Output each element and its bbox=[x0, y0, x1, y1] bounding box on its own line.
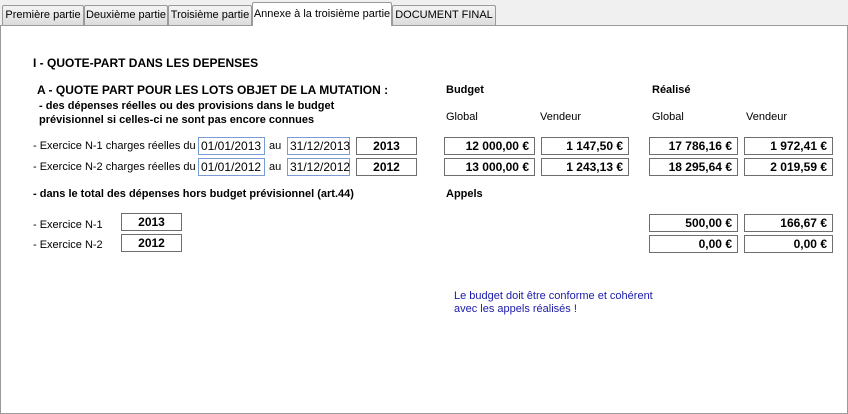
budget-note-line2: avec les appels réalisés ! bbox=[454, 303, 577, 315]
hors-budget-n2-global-field[interactable]: 0,00 € bbox=[649, 235, 738, 253]
exercice-n2-realise-vendeur-field[interactable]: 2 019,59 € bbox=[744, 158, 833, 176]
subsection-a-description-line1: - des dépenses réelles ou des provisions… bbox=[39, 100, 335, 112]
exercice-n2-year-field[interactable]: 2012 bbox=[356, 158, 417, 176]
exercice-n2-date-from-field[interactable]: 01/01/2012 bbox=[198, 158, 265, 176]
tab-bar: Première partie Deuxième partie Troisièm… bbox=[0, 0, 848, 26]
realise-vendeur-header: Vendeur bbox=[746, 111, 787, 123]
budget-vendeur-header: Vendeur bbox=[540, 111, 581, 123]
exercice-n2-label: - Exercice N-2 charges réelles du bbox=[33, 161, 196, 173]
hors-budget-title: - dans le total des dépenses hors budget… bbox=[33, 188, 354, 200]
exercice-n1-realise-vendeur-field[interactable]: 1 972,41 € bbox=[744, 137, 833, 155]
hors-budget-n2-year-field[interactable]: 2012 bbox=[121, 234, 182, 252]
exercice-n1-au-label: au bbox=[269, 140, 282, 152]
hors-budget-n1-year-field[interactable]: 2013 bbox=[121, 213, 182, 231]
budget-global-header: Global bbox=[446, 111, 478, 123]
tab-deuxieme-partie[interactable]: Deuxième partie bbox=[84, 5, 168, 25]
tab-troisieme-partie[interactable]: Troisième partie bbox=[168, 5, 252, 25]
exercice-n2-date-to-field[interactable]: 31/12/2012 bbox=[287, 158, 350, 176]
hors-budget-n1-label: - Exercice N-1 bbox=[33, 219, 103, 231]
appels-header: Appels bbox=[446, 188, 483, 200]
exercice-n1-label: - Exercice N-1 charges réelles du bbox=[33, 140, 196, 152]
realise-global-header: Global bbox=[652, 111, 684, 123]
hors-budget-n1-global-field[interactable]: 500,00 € bbox=[649, 214, 738, 232]
tab-document-final[interactable]: DOCUMENT FINAL bbox=[392, 5, 496, 25]
hors-budget-n2-vendeur-field[interactable]: 0,00 € bbox=[744, 235, 833, 253]
exercice-n1-year-field[interactable]: 2013 bbox=[356, 137, 417, 155]
hors-budget-n2-label: - Exercice N-2 bbox=[33, 239, 103, 251]
exercice-n2-budget-vendeur-field[interactable]: 1 243,13 € bbox=[541, 158, 629, 176]
tab-annexe-troisieme-partie[interactable]: Annexe à la troisième partie bbox=[252, 2, 392, 26]
exercice-n1-date-to-field[interactable]: 31/12/2013 bbox=[287, 137, 350, 155]
subsection-a-title: A - QUOTE PART POUR LES LOTS OBJET DE LA… bbox=[37, 83, 389, 97]
exercice-n1-budget-vendeur-field[interactable]: 1 147,50 € bbox=[541, 137, 629, 155]
exercice-n1-realise-global-field[interactable]: 17 786,16 € bbox=[649, 137, 738, 155]
budget-note-line1: Le budget doit être conforme et cohérent bbox=[454, 290, 653, 302]
exercice-n1-budget-global-field[interactable]: 12 000,00 € bbox=[444, 137, 535, 155]
tab-content-panel: I - QUOTE-PART DANS LES DEPENSES A - QUO… bbox=[0, 25, 848, 414]
tab-premiere-partie[interactable]: Première partie bbox=[2, 5, 84, 25]
subsection-a-description-line2: prévisionnel si celles-ci ne sont pas en… bbox=[39, 114, 315, 126]
exercice-n2-au-label: au bbox=[269, 161, 282, 173]
exercice-n2-budget-global-field[interactable]: 13 000,00 € bbox=[444, 158, 535, 176]
exercice-n2-realise-global-field[interactable]: 18 295,64 € bbox=[649, 158, 738, 176]
hors-budget-n1-vendeur-field[interactable]: 166,67 € bbox=[744, 214, 833, 232]
exercice-n1-date-from-field[interactable]: 01/01/2013 bbox=[198, 137, 265, 155]
budget-header: Budget bbox=[446, 84, 484, 96]
realise-header: Réalisé bbox=[652, 84, 691, 96]
section-title: I - QUOTE-PART DANS LES DEPENSES bbox=[33, 56, 259, 70]
